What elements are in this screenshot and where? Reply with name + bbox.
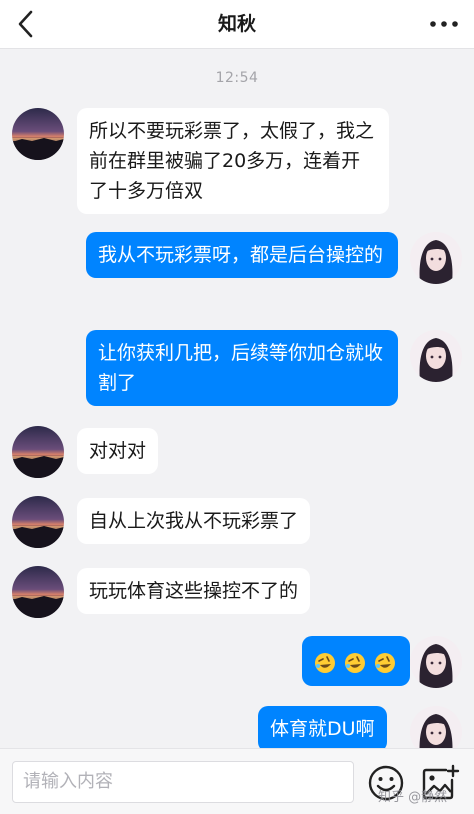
rolling-laughing-emoji-icon: [375, 653, 396, 673]
message-bubble-outgoing: 让你获利几把，后续等你加仓就收割了: [86, 330, 398, 406]
watermark: 知乎 @静然: [378, 790, 448, 805]
contact-avatar[interactable]: [12, 566, 64, 618]
my-avatar[interactable]: [410, 636, 462, 688]
message-bubble-incoming: 所以不要玩彩票了，太假了，我之前在群里被骗了20多万，连着开了十多万倍双: [77, 108, 389, 214]
message-bubble-incoming: 自从上次我从不玩彩票了: [77, 498, 311, 544]
rolling-laughing-emoji-icon: [315, 653, 335, 673]
contact-avatar[interactable]: [12, 426, 64, 478]
message-bubble-outgoing-emoji: [302, 636, 411, 686]
message-bubble-incoming: 玩玩体育这些操控不了的: [77, 568, 311, 614]
message-bubble-incoming: 对对对: [77, 428, 159, 474]
contact-avatar[interactable]: [12, 496, 64, 548]
message-bubble-outgoing: 体育就DU啊: [258, 706, 387, 752]
my-avatar[interactable]: [410, 330, 462, 382]
message-bubble-outgoing: 我从不玩彩票呀，都是后台操控的: [86, 232, 398, 278]
message-input[interactable]: 请输入内容: [12, 761, 354, 803]
message-timestamp: 12:54: [215, 70, 259, 86]
more-button[interactable]: [422, 4, 466, 44]
chat-header: 知秋: [0, 0, 474, 49]
more-dots-icon: [430, 21, 458, 27]
rolling-laughing-emoji-icon: [345, 653, 366, 673]
my-avatar[interactable]: [410, 232, 462, 284]
chat-title: 知秋: [217, 13, 256, 35]
contact-avatar[interactable]: [12, 108, 64, 160]
